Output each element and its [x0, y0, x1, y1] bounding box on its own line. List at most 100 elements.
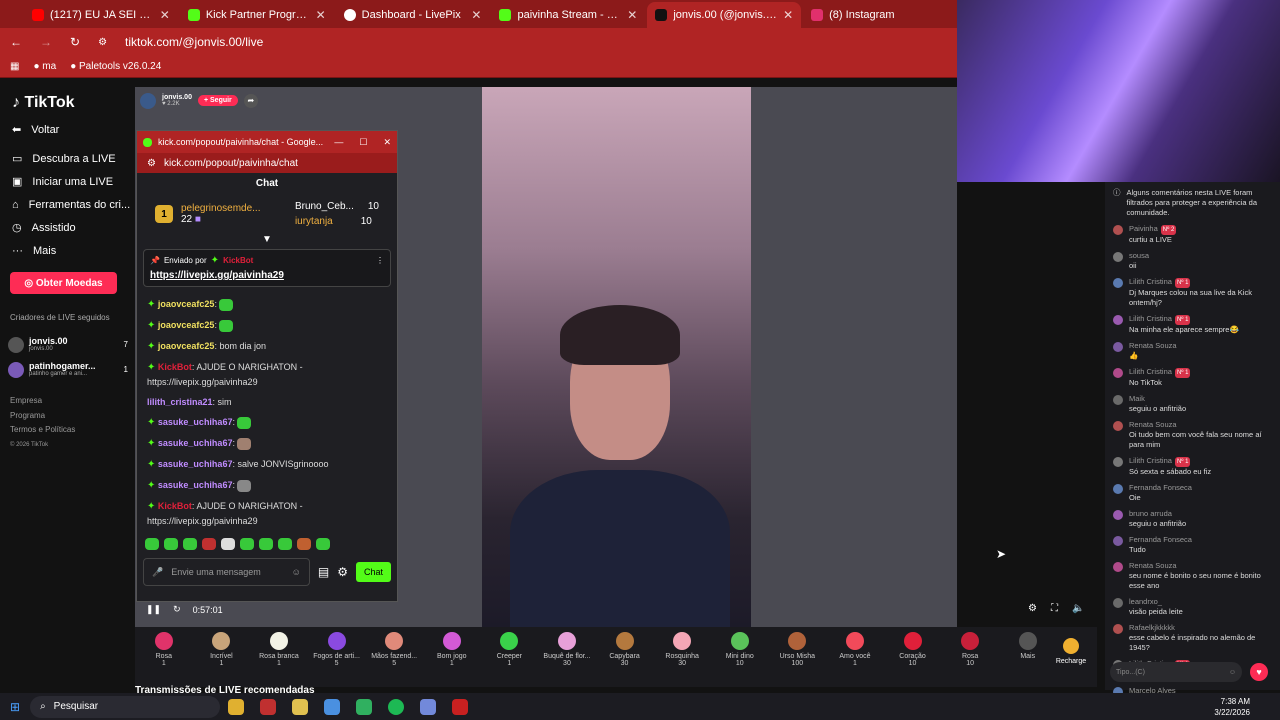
gift-item[interactable]: Rosa branca 1 — [250, 627, 308, 687]
browser-tab[interactable]: (8) Instagram — [803, 2, 957, 28]
avatar[interactable] — [1113, 457, 1123, 467]
bookmark-item[interactable]: ● ma — [33, 61, 56, 72]
collapse-handle[interactable]: ▼ — [137, 234, 397, 245]
get-coins-button[interactable]: ◎ Obter Moedas — [10, 272, 117, 294]
gift-item[interactable]: Amo você 1 — [826, 627, 884, 687]
follow-button[interactable]: + Seguir — [197, 95, 238, 106]
emote[interactable] — [240, 538, 254, 550]
avatar[interactable] — [1113, 510, 1123, 520]
gift-item[interactable]: Fogos de arti... 5 — [308, 627, 366, 687]
fullscreen-icon[interactable]: ⛶ — [1051, 603, 1058, 614]
gift-item[interactable]: Rosquinha 30 — [653, 627, 711, 687]
emote[interactable] — [145, 538, 159, 550]
share-icon[interactable]: ➦ — [243, 93, 258, 108]
store-icon[interactable]: ▤ — [318, 565, 329, 579]
close-icon[interactable]: ✕ — [627, 8, 637, 22]
chrome-icon[interactable] — [452, 698, 469, 715]
emote[interactable] — [202, 538, 216, 550]
chat-username[interactable]: leandrxo_ — [1129, 597, 1162, 606]
avatar[interactable] — [1113, 225, 1123, 235]
mic-icon[interactable]: 🎤 — [152, 567, 163, 578]
gift-item[interactable]: Creeper 1 — [481, 627, 539, 687]
chat-username[interactable]: Lilith Cristina — [1129, 314, 1172, 323]
settings-gear-icon[interactable]: ⚙ — [337, 565, 348, 579]
creator-item[interactable]: jonvis.00 jonvis.00 7 — [8, 332, 128, 356]
emoji-icon[interactable]: ☺ — [1229, 669, 1236, 676]
browser-tab[interactable]: (1217) EU JA SEI O QUE FAZER✕ — [24, 2, 178, 28]
settings-icon[interactable]: ⚙ — [1028, 603, 1037, 614]
emote[interactable] — [278, 538, 292, 550]
back-link[interactable]: ⬅ Voltar — [0, 118, 135, 141]
emote[interactable] — [297, 538, 311, 550]
sidebar-item-start-live[interactable]: ▣ Iniciar uma LIVE — [0, 170, 135, 193]
close-icon[interactable]: ✕ — [783, 8, 793, 22]
taskbar-app-icon[interactable] — [420, 698, 437, 715]
chat-username[interactable]: Lilith Cristina — [1129, 456, 1172, 465]
taskbar-search[interactable]: ⌕ Pesquisar — [30, 695, 221, 718]
close-icon[interactable]: ✕ — [383, 137, 391, 148]
site-info-icon[interactable]: ⚙ — [98, 37, 107, 48]
browser-tab[interactable]: Kick Partner Program - Kick Da✕ — [180, 2, 334, 28]
bookmark-item[interactable]: ● Paletools v26.0.24 — [70, 61, 161, 72]
forward-arrow-icon[interactable]: → — [40, 35, 52, 49]
gift-item[interactable]: Rosa 1 — [135, 627, 193, 687]
close-icon[interactable]: ✕ — [316, 8, 326, 22]
site-info-icon[interactable]: ⚙ — [147, 158, 156, 169]
taskbar-app-icon[interactable] — [356, 698, 373, 715]
chat-username[interactable]: Lilith Cristina — [1129, 367, 1172, 376]
chat-username[interactable]: Renata Souza — [1129, 561, 1177, 570]
minimize-icon[interactable]: — — [334, 137, 343, 147]
gift-item[interactable]: Mais — [999, 627, 1057, 687]
chat-username[interactable]: Renata Souza — [1129, 341, 1177, 350]
avatar[interactable] — [1113, 395, 1123, 405]
like-heart-button[interactable]: ♥ — [1250, 663, 1268, 681]
chat-username[interactable]: bruno arruda — [1129, 509, 1172, 518]
avatar[interactable] — [1113, 252, 1123, 262]
avatar[interactable] — [1113, 624, 1123, 634]
folder-icon[interactable] — [292, 698, 309, 715]
gift-item[interactable]: Mini dino 10 — [711, 627, 769, 687]
close-icon[interactable]: ✕ — [471, 8, 481, 22]
chat-username[interactable]: Maik — [1129, 394, 1145, 403]
chat-username[interactable]: Fernanda Fonseca — [1129, 483, 1192, 492]
browser-tab[interactable]: paivinha Stream - Watch Live o✕ — [491, 2, 645, 28]
chrome-icon[interactable] — [324, 698, 341, 715]
browser-tab-active[interactable]: jonvis.00 (@jonvis.00) começou✕ — [647, 2, 802, 28]
emote[interactable] — [183, 538, 197, 550]
leader-item[interactable]: pelegrinosemde... 22 ■ — [181, 203, 287, 225]
avatar[interactable] — [1113, 342, 1123, 352]
avatar[interactable] — [1113, 368, 1123, 378]
browser-tab[interactable]: Dashboard - LivePix ✕ — [336, 2, 490, 28]
gift-item[interactable]: Incrível 1 — [193, 627, 251, 687]
emoji-icon[interactable]: ☺ — [292, 567, 301, 577]
footer-link[interactable]: Termos e Políticas — [10, 423, 75, 438]
volume-icon[interactable]: 🔈 — [1072, 603, 1084, 614]
avatar[interactable] — [1113, 598, 1123, 608]
pinned-link[interactable]: https://livepix.gg/paivinha29 — [150, 270, 384, 281]
close-icon[interactable]: ✕ — [160, 8, 170, 22]
chat-username[interactable]: Paivinha — [1129, 224, 1158, 233]
sidebar-item-tools[interactable]: ⌂ Ferramentas do cri... — [0, 193, 135, 216]
avatar[interactable] — [1113, 421, 1123, 431]
reload-icon[interactable]: ↻ — [70, 35, 80, 49]
avatar[interactable] — [1113, 562, 1123, 572]
gift-item[interactable]: Coração 10 — [884, 627, 942, 687]
maximize-icon[interactable]: ☐ — [359, 137, 367, 148]
options-icon[interactable]: ⋮ — [376, 256, 384, 265]
windows-start-icon[interactable]: ⊞ — [10, 700, 20, 714]
sidebar-item-more[interactable]: ··· Mais — [0, 239, 135, 262]
gift-item[interactable]: Rosa 10 — [941, 627, 999, 687]
tiktok-logo[interactable]: ♪ TikTok — [12, 94, 75, 112]
creator-item[interactable]: patinhogamer... patinho gamer e ani... 1 — [8, 356, 128, 382]
chat-username[interactable]: Fernanda Fonseca — [1129, 535, 1192, 544]
taskbar-clock[interactable]: 7:38 AM 3/22/2026 — [1214, 696, 1250, 718]
spotify-icon[interactable] — [388, 698, 405, 715]
sidebar-item-watched[interactable]: ◷ Assistido — [0, 216, 135, 239]
avatar[interactable] — [1113, 484, 1123, 494]
emote[interactable] — [221, 538, 235, 550]
footer-link[interactable]: Empresa — [10, 394, 75, 409]
recharge-button[interactable]: Recharge — [1050, 630, 1092, 672]
live-chat-input[interactable]: Tipo...(C) ☺ — [1110, 662, 1242, 682]
pause-icon[interactable]: ❚❚ — [146, 604, 161, 615]
avatar[interactable] — [1113, 278, 1123, 288]
